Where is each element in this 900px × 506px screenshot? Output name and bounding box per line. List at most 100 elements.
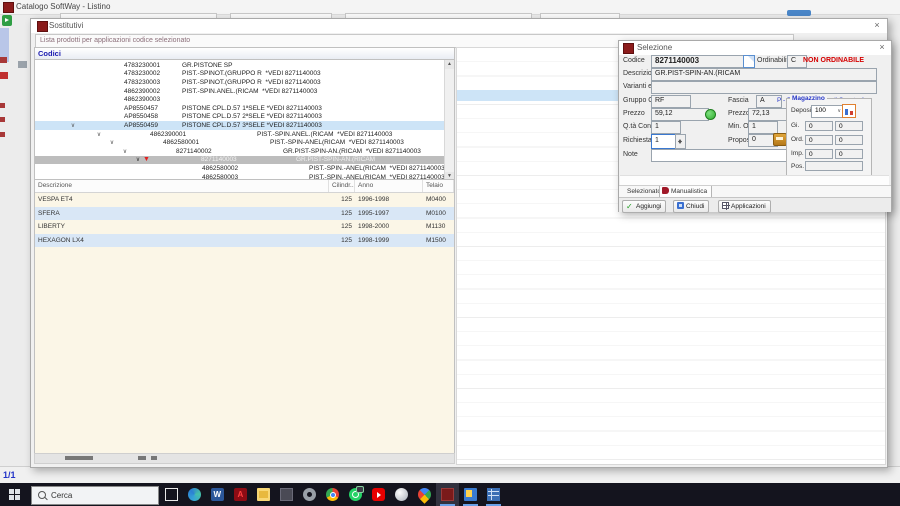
tree-scrollbar[interactable]: ▲ ▼ <box>444 60 454 181</box>
prezzo-field[interactable]: 59,12 <box>651 108 709 121</box>
photos-taskbar-icon[interactable] <box>252 483 275 506</box>
richiesta-spinner[interactable] <box>675 134 686 149</box>
stock-chart-icon[interactable] <box>842 104 856 118</box>
tree-item-desc: GR.PISTONE SP <box>182 62 232 69</box>
tree-item-code: 4862580001 <box>163 139 270 146</box>
button-label: Aggiungi <box>636 203 661 210</box>
cart-icon[interactable] <box>773 133 787 146</box>
tree-item-4783230003[interactable]: 4783230003PIST.-SPINOT.(GRUPPO R *VEDI 8… <box>35 78 445 87</box>
table-cell: M0100 <box>423 207 454 221</box>
tree-item-4862390003[interactable]: 4862390003 <box>35 95 445 104</box>
tree-item-4862390002[interactable]: 4862390002PIST.-SPIN.ANEL.(RICAM *VEDI 8… <box>35 87 445 96</box>
descrizione-field[interactable]: GR.PIST-SPIN-AN.(RICAM <box>651 68 877 81</box>
horizontal-scrollbar[interactable] <box>34 453 455 464</box>
sostitutivi-title: Sostitutivi <box>49 21 83 30</box>
taskbar: Cerca 19°C Nuvoloso ITA 12:13 09/05/2025 <box>0 483 900 506</box>
grid2-taskbar-icon[interactable] <box>482 483 505 506</box>
word-icon <box>211 488 224 501</box>
tree-indent <box>35 108 68 109</box>
tree-item-4862580001[interactable]: ∨4862580001PIST.-SPIN-ANEL(RICAM *VEDI 8… <box>35 138 445 147</box>
gruppo-ord-field[interactable]: RF <box>651 95 691 108</box>
files-taskbar-icon[interactable] <box>459 483 482 506</box>
column-header-1[interactable]: Cilindr... <box>329 180 355 192</box>
applicazioni-button[interactable]: Applicazioni <box>718 200 771 213</box>
word-taskbar-icon[interactable] <box>206 483 229 506</box>
min-ord-field[interactable]: 1 <box>748 121 778 134</box>
tab-selezionato[interactable]: Selezionato <box>627 188 661 195</box>
edge-icon <box>188 488 201 501</box>
column-header-3[interactable]: Telaio <box>423 180 454 192</box>
chevron-expand-icon[interactable]: ∨ <box>68 122 78 129</box>
chevron-expand-icon[interactable]: ∨ <box>133 156 143 163</box>
codice-field[interactable]: 8271140003 <box>651 55 749 68</box>
table-cell: 1998-2000 <box>355 220 423 234</box>
magazzino-value-field: 0 <box>805 135 833 145</box>
task-view-taskbar-icon[interactable] <box>160 483 183 506</box>
tree-item-code: 8271140002 <box>176 148 283 155</box>
tree-item-8271140003[interactable]: ∨▼8271140003GR.PIST-SPIN-AN.(RICAM <box>35 156 445 165</box>
sidebar-red-icon[interactable] <box>0 72 8 79</box>
tree-item-AP8550458[interactable]: AP8550458PISTONE CPL.D.57 2ªSELE *VEDI 8… <box>35 113 445 122</box>
chiudi-button[interactable]: Chiudi <box>673 200 709 213</box>
tree-item-4862580002[interactable]: 4862580002PIST.-SPIN.-ANEL(RICAM *VEDI 8… <box>35 164 445 173</box>
tree-item-8271140002[interactable]: ∨8271140002GR.PIST-SPIN-AN.(RICAM *VEDI … <box>35 147 445 156</box>
close-icon[interactable]: × <box>875 41 889 54</box>
chevron-expand-icon[interactable]: ∨ <box>94 131 104 138</box>
scroll-up-icon[interactable]: ▲ <box>445 60 454 69</box>
applications-table-header[interactable]: DescrizioneCilindr...AnnoTelaio <box>35 180 454 193</box>
sostitutivi-titlebar[interactable]: Sostitutivi × <box>31 19 887 33</box>
tree-item-4783230002[interactable]: 4783230002PIST.-SPINOT.(GRUPPO R *VEDI 8… <box>35 70 445 79</box>
document-icon[interactable] <box>743 55 755 68</box>
page-indicator: 1/1 <box>3 470 16 480</box>
tree-item-4783230001[interactable]: 4783230001GR.PISTONE SP <box>35 61 445 70</box>
table-row[interactable]: SFERA1251995-1997M0100 <box>35 207 454 221</box>
app-icon <box>3 2 14 13</box>
search-input[interactable]: Cerca <box>31 486 159 505</box>
chevron-expand-icon[interactable]: ∨ <box>120 148 130 155</box>
table-row[interactable]: HEXAGON LX41251998-1999M1500 <box>35 234 454 248</box>
prezzo-label: Prezzo <box>623 110 645 117</box>
tree-item-4862390001[interactable]: ∨4862390001PIST.-SPIN.ANEL.(RICAM *VEDI … <box>35 130 445 139</box>
close-icon[interactable]: × <box>870 19 884 32</box>
youtube-taskbar-icon[interactable] <box>367 483 390 506</box>
button-label: Chiudi <box>686 203 704 210</box>
aggiungi-button[interactable]: ✓Aggiungi <box>622 200 666 213</box>
grid-icon <box>722 202 729 209</box>
acrobat-taskbar-icon[interactable] <box>229 483 252 506</box>
selezione-titlebar[interactable]: Selezione × <box>619 41 891 55</box>
applications-table[interactable]: DescrizioneCilindr...AnnoTelaio VESPA ET… <box>34 179 455 455</box>
selezione-title: Selezione <box>637 43 672 52</box>
whatsapp-taskbar-icon[interactable] <box>344 483 367 506</box>
chevron-expand-icon[interactable]: ∨ <box>107 139 117 146</box>
column-header-2[interactable]: Anno <box>355 180 423 192</box>
gear-taskbar-icon[interactable] <box>298 483 321 506</box>
edge-taskbar-icon[interactable] <box>183 483 206 506</box>
qta-conf-field[interactable]: 1 <box>651 121 681 134</box>
table-row[interactable]: LIBERTY1251998-2000M1130 <box>35 220 454 234</box>
tree-item-AP8550457[interactable]: AP8550457PISTONE CPL.D.57 1ªSELE *VEDI 8… <box>35 104 445 113</box>
varianti-field[interactable] <box>651 81 877 94</box>
chrome-taskbar-icon[interactable] <box>321 483 344 506</box>
tree-indent <box>35 116 68 117</box>
deposito-dropdown[interactable]: 100 <box>811 105 843 118</box>
softway-taskbar-icon[interactable] <box>436 483 459 506</box>
sphere-taskbar-icon[interactable] <box>390 483 413 506</box>
tree-item-desc: PISTONE CPL.D.57 2ªSELE *VEDI 8271140003 <box>182 113 322 120</box>
table-cell: M1500 <box>423 234 454 248</box>
codes-tree[interactable]: 4783230001GR.PISTONE SP4783230002PIST.-S… <box>34 59 455 182</box>
table-cell: LIBERTY <box>35 220 329 234</box>
button-label: Applicazioni <box>731 203 766 210</box>
column-header-0[interactable]: Descrizione <box>35 180 329 192</box>
tree-list: 4783230001GR.PISTONE SP4783230002PIST.-S… <box>35 61 445 181</box>
table-row[interactable]: VESPA ET41251996-1998M0400 <box>35 193 454 207</box>
sidebar-gray-icon[interactable] <box>18 61 27 68</box>
note-input[interactable] <box>651 149 789 162</box>
pos-field[interactable] <box>805 161 863 171</box>
maps-taskbar-icon[interactable] <box>413 483 436 506</box>
tree-item-AP8550459[interactable]: ∨AP8550459PISTONE CPL.D.57 3ªSELE *VEDI … <box>35 121 445 130</box>
tree-item-code: 4862390001 <box>150 131 257 138</box>
grid2-icon <box>487 488 500 501</box>
start-button[interactable] <box>0 483 30 506</box>
sidebar-green-icon[interactable] <box>2 15 12 26</box>
door-taskbar-icon[interactable] <box>275 483 298 506</box>
